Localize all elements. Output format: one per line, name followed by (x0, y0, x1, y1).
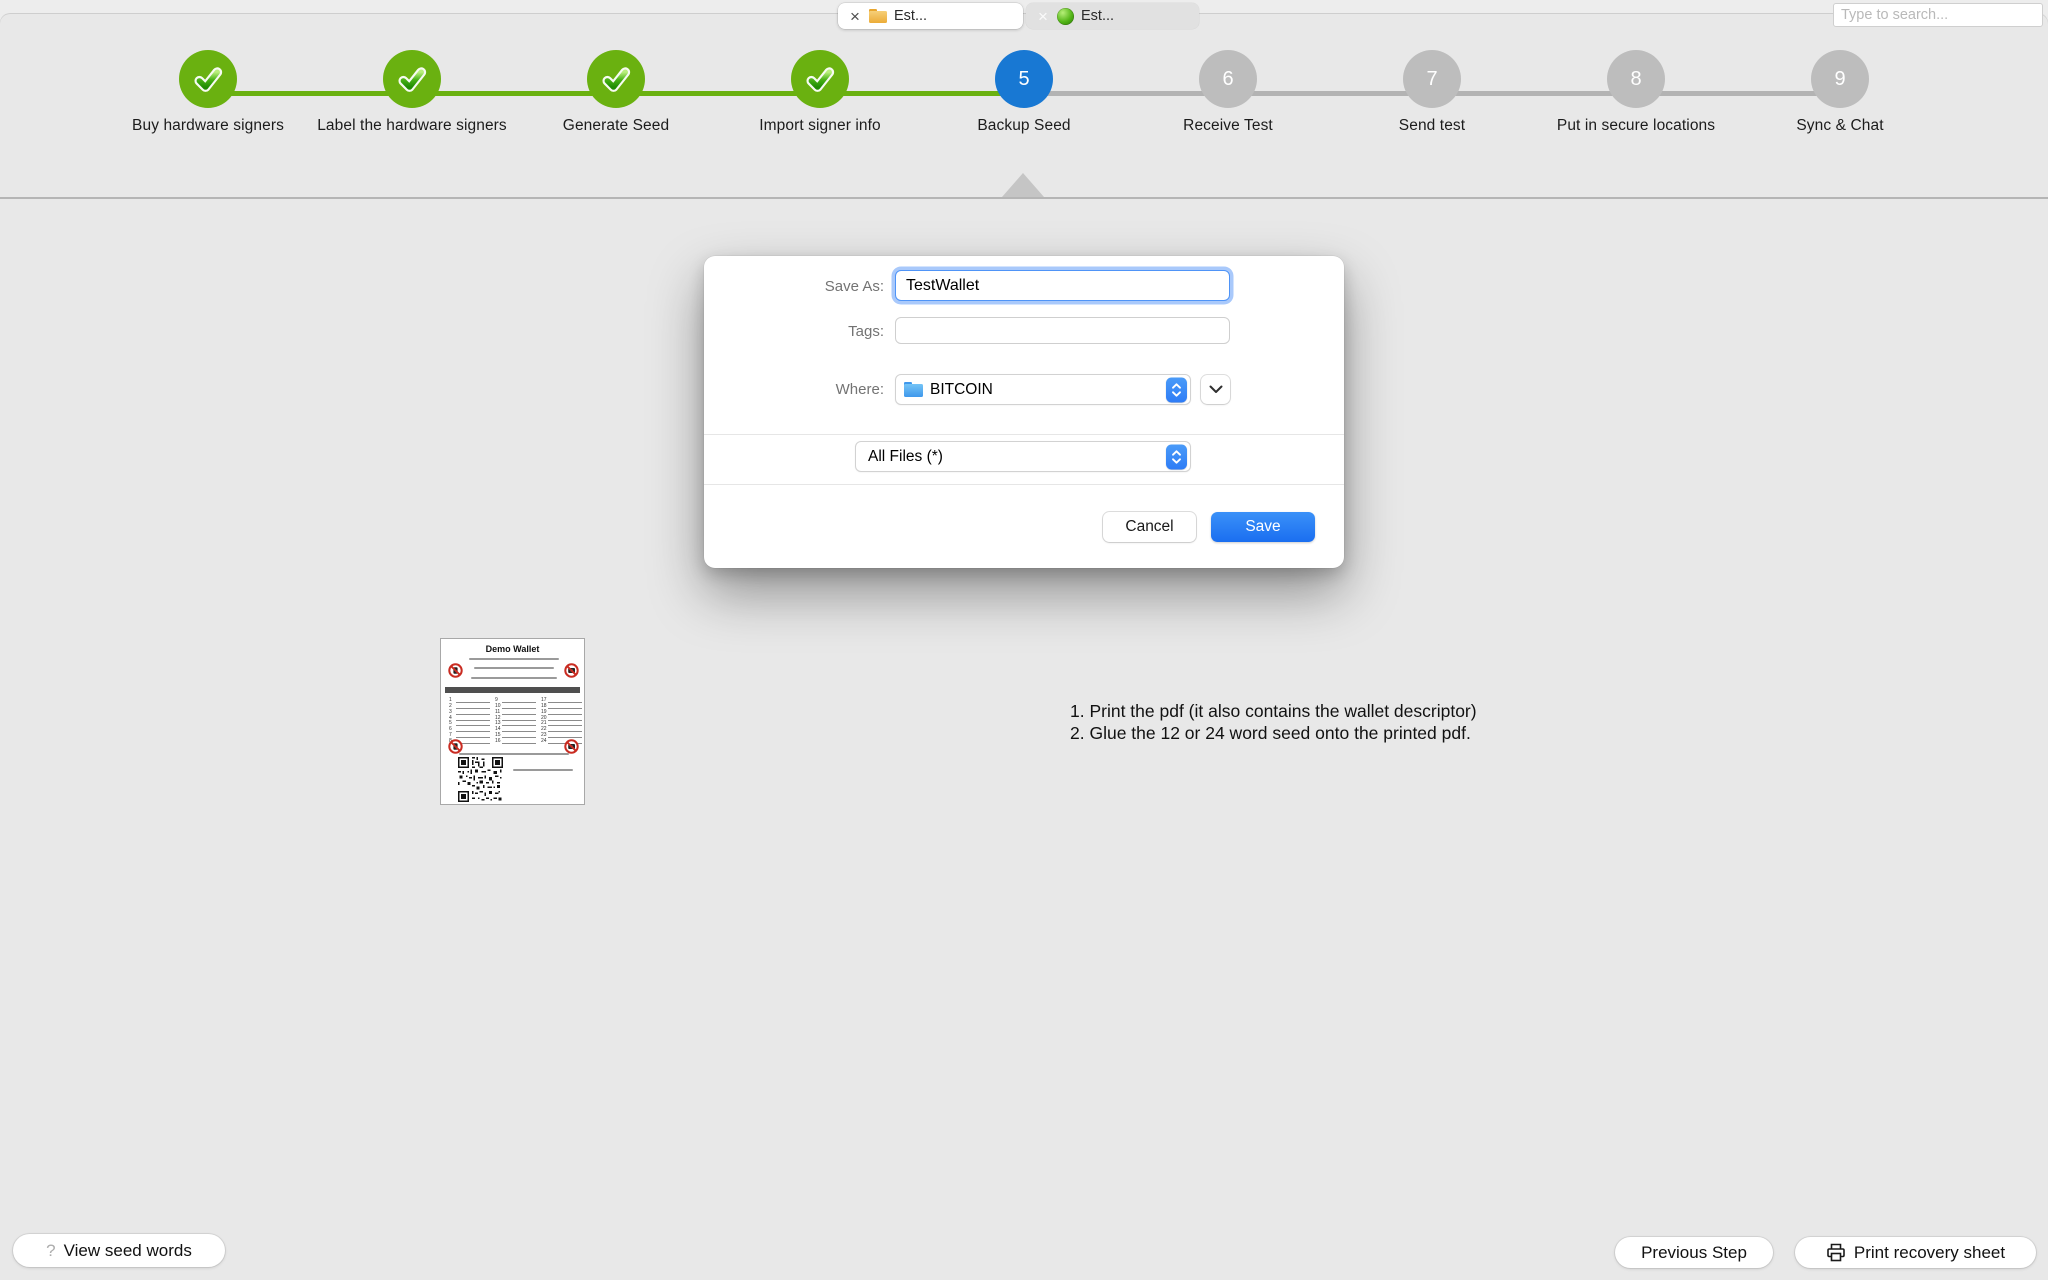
step-label: Send test (1330, 117, 1534, 135)
save-as-input[interactable] (895, 270, 1230, 301)
expand-dialog-button[interactable] (1201, 375, 1230, 404)
step-circle: 8 (1607, 50, 1665, 108)
app-window: × Est... × Est... 1 Buy hardware signers… (0, 0, 2048, 1280)
select-stepper-icon (1166, 377, 1187, 402)
save-button[interactable]: Save (1211, 512, 1315, 542)
where-value: BITCOIN (930, 381, 993, 399)
tags-label: Tags: (704, 323, 884, 340)
step-label: Label the hardware signers (310, 117, 514, 135)
step-backup-seed[interactable]: 5 Backup Seed (922, 50, 1126, 135)
instruction-line: 2. Glue the 12 or 24 word seed onto the … (1070, 723, 1477, 745)
step-generate-seed[interactable]: 3 Generate Seed (514, 50, 718, 135)
view-seed-words-button[interactable]: ? View seed words (13, 1234, 225, 1267)
chevron-down-icon (1209, 385, 1223, 394)
close-icon[interactable]: × (1036, 8, 1050, 25)
preview-text-line (471, 677, 557, 679)
step-circle: 6 (1199, 50, 1257, 108)
step-import-signer-info[interactable]: 4 Import signer info (718, 50, 922, 135)
no-photo-icon (448, 663, 463, 678)
step-label: Generate Seed (514, 117, 718, 135)
select-stepper-icon (1166, 444, 1187, 469)
save-as-label: Save As: (704, 278, 884, 295)
step-send-test[interactable]: 7 Send test (1330, 50, 1534, 135)
stepper-divider (0, 197, 2048, 199)
tab-estate-inactive[interactable]: × Est... (1026, 3, 1199, 29)
preview-text-line (513, 769, 573, 771)
no-camera-icon (564, 663, 579, 678)
step-sync-and-chat[interactable]: 9 Sync & Chat (1738, 50, 1942, 135)
preview-title: Demo Wallet (441, 644, 584, 654)
help-icon: ? (46, 1241, 55, 1261)
step-label: Import signer info (718, 117, 922, 135)
printer-icon (1826, 1243, 1846, 1262)
folder-icon (904, 382, 923, 397)
tags-input[interactable] (895, 317, 1230, 344)
preview-text-line (469, 658, 559, 660)
step-circle: 1 (179, 50, 237, 108)
step-circle: 4 (791, 50, 849, 108)
status-dot-icon (1057, 8, 1074, 25)
save-dialog: Save As: Tags: Where: BITCOIN All (704, 256, 1344, 568)
word-column: 12345678 (449, 697, 490, 744)
step-label: Sync & Chat (1738, 117, 1942, 135)
instructions: 1. Print the pdf (it also contains the w… (1070, 701, 1477, 744)
step-put-in-secure-locations[interactable]: 8 Put in secure locations (1534, 50, 1738, 135)
folder-icon (869, 9, 887, 23)
step-receive-test[interactable]: 6 Receive Test (1126, 50, 1330, 135)
step-circle: 2 (383, 50, 441, 108)
step-circle: 9 (1811, 50, 1869, 108)
tab-estate-active[interactable]: × Est... (838, 3, 1023, 29)
step-circle: 3 (587, 50, 645, 108)
where-dropdown[interactable]: BITCOIN (895, 374, 1191, 405)
word-column: 910111213141516 (495, 697, 536, 744)
dialog-separator (704, 434, 1344, 435)
step-label: Buy hardware signers (106, 117, 310, 135)
check-icon (600, 63, 632, 95)
search-input[interactable] (1833, 3, 2043, 27)
instruction-line: 1. Print the pdf (it also contains the w… (1070, 701, 1477, 723)
check-icon (192, 63, 224, 95)
no-photo-icon (448, 739, 463, 754)
tab-label: Est... (1081, 8, 1114, 24)
check-icon (396, 63, 428, 95)
where-label: Where: (704, 381, 884, 398)
step-label: Backup Seed (922, 117, 1126, 135)
step-label-the-hardware-signers[interactable]: 2 Label the hardware signers (310, 50, 514, 135)
preview-text-line (459, 753, 569, 755)
step-circle: 7 (1403, 50, 1461, 108)
step-label: Receive Test (1126, 117, 1330, 135)
check-icon (804, 63, 836, 95)
no-camera-icon (564, 739, 579, 754)
step-label: Put in secure locations (1534, 117, 1738, 135)
file-type-value: All Files (*) (868, 448, 943, 466)
step-buy-hardware-signers[interactable]: 1 Buy hardware signers (106, 50, 310, 135)
print-recovery-sheet-button[interactable]: Print recovery sheet (1795, 1237, 2036, 1268)
word-table-header (445, 687, 580, 693)
word-column: 1718192021222324 (541, 697, 582, 744)
file-type-dropdown[interactable]: All Files (*) (855, 441, 1191, 472)
pdf-preview[interactable]: Demo Wallet 12345678 910111213141516 171… (440, 638, 585, 805)
previous-step-button[interactable]: Previous Step (1615, 1237, 1773, 1268)
dialog-separator (704, 484, 1344, 485)
main-content: 1 Buy hardware signers 2 Label the hardw… (0, 14, 2048, 1280)
tab-label: Est... (894, 8, 927, 24)
close-icon[interactable]: × (848, 8, 862, 25)
qr-code (458, 757, 503, 802)
preview-text-line (474, 667, 554, 669)
step-circle: 5 (995, 50, 1053, 108)
current-step-pointer (1002, 173, 1044, 197)
cancel-button[interactable]: Cancel (1103, 512, 1196, 542)
